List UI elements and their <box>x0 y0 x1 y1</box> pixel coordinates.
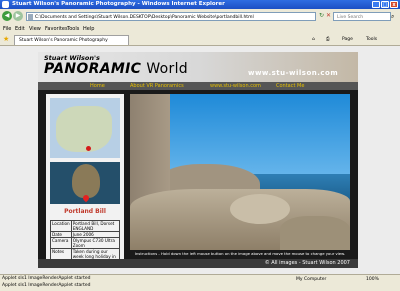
search-input[interactable]: Live Search <box>333 12 391 21</box>
tab-bar: ★ Stuart Wilson's Panoramic Photography … <box>0 34 400 46</box>
window-title-bar[interactable]: Stuart Wilson's Panoramic Photography - … <box>0 0 400 9</box>
address-input[interactable]: C:\Documents and Settings\Stuart Wilson.… <box>26 12 316 21</box>
copyright-text: © All images - Stuart Wilson 2007 <box>264 260 350 266</box>
header-url: www.stu-wilson.com <box>248 69 339 77</box>
address-url: C:\Documents and Settings\Stuart Wilson.… <box>35 15 254 20</box>
window-title: Stuart Wilson's Panoramic Photography - … <box>12 1 225 7</box>
menu-view[interactable]: View <box>29 25 41 34</box>
status-text-secondary: Applet sls1 ImageRenderApplet started <box>2 283 91 288</box>
info-label: Location <box>50 220 72 232</box>
site-header: Stuart Wilson's PANORAMIC World www.stu-… <box>38 52 358 82</box>
header-world-text: World <box>146 61 188 77</box>
page-menu[interactable]: Page <box>342 35 353 44</box>
site-nav: Home About VR Panoramics www.stu-wilson.… <box>38 82 358 90</box>
stop-icon[interactable]: ✕ <box>326 11 331 21</box>
location-title: Portland Bill <box>64 208 106 215</box>
close-button[interactable]: x <box>390 1 398 8</box>
nav-about[interactable]: About VR Panoramics <box>130 82 184 90</box>
map-island <box>72 164 100 198</box>
panorama-rock <box>230 194 290 224</box>
tools-menu[interactable]: Tools <box>366 35 377 44</box>
forward-button[interactable]: ▶ <box>13 11 23 21</box>
menu-file[interactable]: File <box>3 25 11 34</box>
table-row: Camera Olympus C730 Ultra Zoom <box>50 237 121 249</box>
menu-tools[interactable]: Tools <box>67 25 79 34</box>
panorama-rock <box>280 216 350 250</box>
ie-icon <box>2 1 9 8</box>
favorites-star-icon[interactable]: ★ <box>3 35 9 44</box>
tab-active[interactable]: Stuart Wilson's Panoramic Photography <box>14 35 129 45</box>
satellite-map-image <box>50 162 120 204</box>
zoom-level[interactable]: 100% <box>366 276 379 284</box>
search-icon[interactable]: ⌕ <box>391 12 398 21</box>
nav-contact[interactable]: Contact Me <box>276 82 304 90</box>
menu-help[interactable]: Help <box>83 25 94 34</box>
minimize-button[interactable]: _ <box>372 1 380 8</box>
table-row: Location Portland Bill, Dorset ENGLAND <box>50 220 121 232</box>
status-bar: Applet sls1 ImageRenderApplet started Ap… <box>0 274 400 291</box>
map-location-marker <box>86 146 91 151</box>
header-brand-text: PANORAMIC <box>44 61 142 77</box>
address-toolbar: ◀ ▶ C:\Documents and Settings\Stuart Wil… <box>0 9 400 26</box>
panorama-instructions: Instructions - Hold down the left mouse … <box>134 251 346 256</box>
maximize-button[interactable]: □ <box>381 1 389 8</box>
map-land <box>56 106 112 152</box>
sidebar: Portland Bill Location Portland Bill, Dor… <box>46 94 124 265</box>
refresh-icon[interactable]: ↻ <box>319 11 324 21</box>
header-brand: PANORAMIC World <box>44 61 188 77</box>
page-viewport: Stuart Wilson's PANORAMIC World www.stu-… <box>0 46 400 274</box>
nav-website[interactable]: www.stu-wilson.com <box>210 82 261 90</box>
info-value: Portland Bill, Dorset ENGLAND <box>70 220 121 232</box>
panorama-viewer[interactable] <box>130 94 350 250</box>
security-zone: My Computer <box>296 277 327 282</box>
info-label: Camera <box>50 237 72 249</box>
back-button[interactable]: ◀ <box>2 11 12 21</box>
uk-map-image <box>50 98 120 158</box>
home-icon[interactable]: ⌂ <box>312 35 315 44</box>
menu-bar: File Edit View Favorites Tools Help <box>0 25 400 34</box>
info-value: Olympus C730 Ultra Zoom <box>70 237 121 249</box>
print-icon[interactable]: ⎙ <box>326 35 330 44</box>
page-icon <box>28 14 33 20</box>
site-footer: © All images - Stuart Wilson 2007 <box>38 259 358 268</box>
menu-favorites[interactable]: Favorites <box>45 25 68 34</box>
menu-edit[interactable]: Edit <box>15 25 25 34</box>
nav-home[interactable]: Home <box>90 82 105 90</box>
site-container: Stuart Wilson's PANORAMIC World www.stu-… <box>38 52 358 268</box>
